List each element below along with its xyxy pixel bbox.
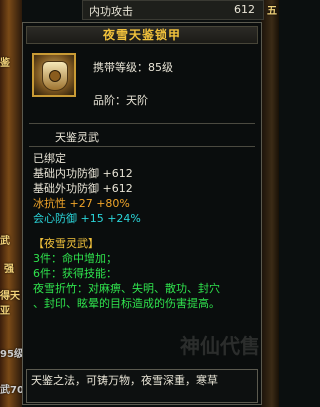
set-category: 天鉴灵武 [55, 131, 99, 144]
lore-text: 天鉴之法，可铸万物，夜雪深重，寒草 [31, 374, 218, 387]
left-edge-text-4: 得天 [0, 291, 20, 302]
bound-status: 已绑定 [33, 152, 66, 165]
stat-row-value: 612 [234, 3, 255, 16]
right-edge-text: 五 [267, 6, 277, 17]
left-edge-text-5: 亚 [0, 306, 10, 317]
left-edge-text-2: 武 [0, 236, 10, 247]
left-edge-text-1: 鉴 [0, 58, 10, 69]
set-skill-line-1: 夜雪折竹：对麻痹、失明、散功、封穴 [33, 282, 220, 295]
stat-row-inner-attack: 内功攻击 612 [82, 0, 264, 20]
background-right-edge [261, 0, 279, 407]
divider-top [29, 123, 255, 124]
stat-row-label: 内功攻击 [89, 5, 133, 18]
set-skill-line-2: 、封印、眩晕的目标造成的伤害提高。 [33, 297, 220, 310]
set-bonus-6: 6件：获得技能： [33, 267, 117, 280]
divider-mid [29, 146, 255, 147]
lore-box: 天鉴之法，可铸万物，夜雪深重，寒草 [26, 369, 258, 403]
left-edge-text-3: 强 [4, 264, 14, 275]
item-title: 夜雪天鉴锁甲 [26, 26, 258, 44]
set-name: 【夜雪灵武】 [33, 237, 99, 250]
left-edge-bottom-text: 武70 [0, 385, 24, 396]
left-edge-level-text: 95级 [0, 349, 24, 360]
armor-item-icon [32, 53, 76, 97]
stat-crit-defense: 会心防御 +15 +24% [33, 212, 141, 225]
item-stats: 已绑定 基础内功防御 +612 基础外功防御 +612 冰抗性 +27 +80%… [33, 151, 259, 311]
stat-ice-resistance: 冰抗性 +27 +80% [33, 197, 130, 210]
carry-level: 携带等级：85级 [93, 61, 173, 74]
item-grade: 品阶：天阶 [93, 94, 148, 107]
watermark-logo: 神仙代售 [180, 334, 260, 358]
stat-inner-defense: 基础内功防御 +612 [33, 167, 133, 180]
set-bonus-3: 3件：命中增加； [33, 252, 117, 265]
stat-outer-defense: 基础外功防御 +612 [33, 182, 133, 195]
